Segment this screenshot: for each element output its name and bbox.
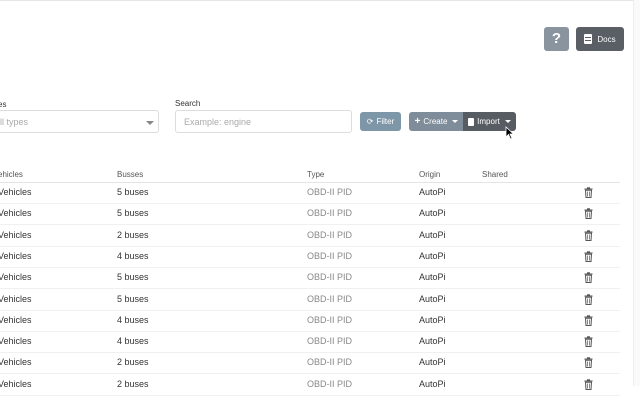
trash-icon[interactable] — [584, 229, 593, 241]
cell-busses: 5 buses — [117, 272, 149, 283]
cell-type: OBD-II PID — [307, 336, 353, 347]
import-label: Import — [477, 117, 500, 126]
cell-vehicles: Vehicles — [0, 378, 32, 389]
plus-icon: + — [414, 116, 421, 127]
trash-icon[interactable] — [584, 315, 593, 326]
cell-vehicles: Vehicles — [0, 229, 32, 240]
chevron-down-icon — [452, 120, 459, 123]
cell-type: OBD-II PID — [307, 293, 353, 304]
cell-vehicles: Vehicles — [0, 336, 32, 347]
cell-origin: AutoPi — [419, 208, 446, 219]
file-icon — [468, 117, 475, 126]
cell-busses: 5 buses — [117, 293, 149, 304]
filter-label: Filter — [376, 117, 395, 126]
table-row[interactable]: Vehicles 2 buses OBD-II PID AutoPi — [0, 353, 620, 375]
column-header-vehicles[interactable]: ehicles — [0, 170, 23, 179]
cell-origin: AutoPi — [419, 229, 446, 240]
trash-icon[interactable] — [584, 208, 593, 220]
docs-label: Docs — [597, 34, 616, 44]
column-header-origin[interactable]: Origin — [419, 170, 440, 179]
cell-type: OBD-II PID — [307, 250, 353, 261]
trash-icon[interactable] — [584, 378, 593, 390]
column-header-shared[interactable]: Shared — [482, 170, 508, 179]
cell-busses: 4 buses — [117, 314, 149, 325]
table-row[interactable]: Vehicles 4 buses OBD-II PID AutoPi — [0, 332, 620, 354]
cell-busses: 5 buses — [117, 187, 149, 197]
cell-origin: AutoPi — [419, 272, 446, 283]
cell-origin: AutoPi — [419, 357, 446, 368]
cell-type: OBD-II PID — [307, 378, 353, 389]
cell-type: OBD-II PID — [307, 272, 353, 283]
cell-busses: 2 buses — [117, 357, 149, 368]
cell-busses: 4 buses — [117, 250, 149, 261]
column-header-busses[interactable]: Busses — [117, 170, 143, 179]
cell-vehicles: Vehicles — [0, 208, 32, 219]
cell-origin: AutoPi — [419, 250, 446, 261]
table-row[interactable]: Vehicles 4 buses OBD-II PID AutoPi — [0, 247, 620, 268]
cell-origin: AutoPi — [419, 336, 446, 347]
top-border — [0, 0, 640, 1]
trash-icon[interactable] — [584, 272, 593, 284]
book-icon — [584, 34, 593, 44]
cell-origin: AutoPi — [419, 187, 446, 197]
table-row[interactable]: Vehicles 4 buses OBD-II PID AutoPi — [0, 311, 620, 332]
cell-type: OBD-II PID — [307, 314, 353, 325]
types-label: es — [0, 100, 7, 109]
create-label: Create — [423, 117, 448, 126]
column-header-type[interactable]: Type — [307, 170, 324, 179]
cell-type: OBD-II PID — [307, 187, 353, 197]
cell-vehicles: Vehicles — [0, 250, 32, 261]
search-input[interactable] — [175, 110, 352, 133]
cell-origin: AutoPi — [419, 293, 446, 304]
trash-icon[interactable] — [584, 251, 593, 262]
cell-busses: 2 buses — [117, 378, 149, 389]
cell-busses: 4 buses — [117, 336, 149, 347]
table-row[interactable]: Vehicles 2 buses OBD-II PID AutoPi — [0, 226, 620, 247]
types-select-value: ll types — [0, 117, 29, 127]
cell-origin: AutoPi — [419, 314, 446, 325]
cell-vehicles: Vehicles — [0, 314, 32, 325]
cell-busses: 2 buses — [117, 229, 149, 240]
cell-type: OBD-II PID — [307, 229, 353, 240]
help-button[interactable]: ? — [544, 27, 569, 51]
cell-vehicles: Vehicles — [0, 187, 32, 197]
table-row[interactable]: Vehicles 5 buses OBD-II PID AutoPi — [0, 204, 620, 226]
cell-vehicles: Vehicles — [0, 357, 32, 368]
cell-vehicles: Vehicles — [0, 293, 32, 304]
table-row[interactable]: Vehicles 2 buses OBD-II PID AutoPi — [0, 375, 620, 396]
chevron-down-icon — [146, 121, 154, 125]
cell-type: OBD-II PID — [307, 208, 353, 219]
types-select[interactable]: ll types — [0, 110, 159, 133]
docs-button[interactable]: Docs — [576, 27, 624, 51]
trash-icon[interactable] — [584, 336, 593, 348]
chevron-down-icon — [504, 120, 511, 123]
scrollbar-track[interactable] — [633, 0, 640, 386]
cell-vehicles: Vehicles — [0, 272, 32, 283]
cell-origin: AutoPi — [419, 378, 446, 389]
table-row[interactable]: Vehicles 5 buses OBD-II PID AutoPi — [0, 183, 620, 204]
trash-icon[interactable] — [584, 187, 593, 198]
mouse-cursor-icon — [505, 126, 515, 140]
refresh-icon: ⟳ — [366, 117, 374, 126]
cell-type: OBD-II PID — [307, 357, 353, 368]
trash-icon[interactable] — [584, 293, 593, 305]
table-row[interactable]: Vehicles 5 buses OBD-II PID AutoPi — [0, 290, 620, 311]
create-button[interactable]: + Create — [409, 112, 464, 131]
search-label: Search — [175, 99, 201, 108]
trash-icon[interactable] — [584, 357, 593, 369]
cell-busses: 5 buses — [117, 208, 149, 219]
table-row[interactable]: Vehicles 5 buses OBD-II PID AutoPi — [0, 268, 620, 290]
filter-button[interactable]: ⟳ Filter — [360, 112, 401, 131]
